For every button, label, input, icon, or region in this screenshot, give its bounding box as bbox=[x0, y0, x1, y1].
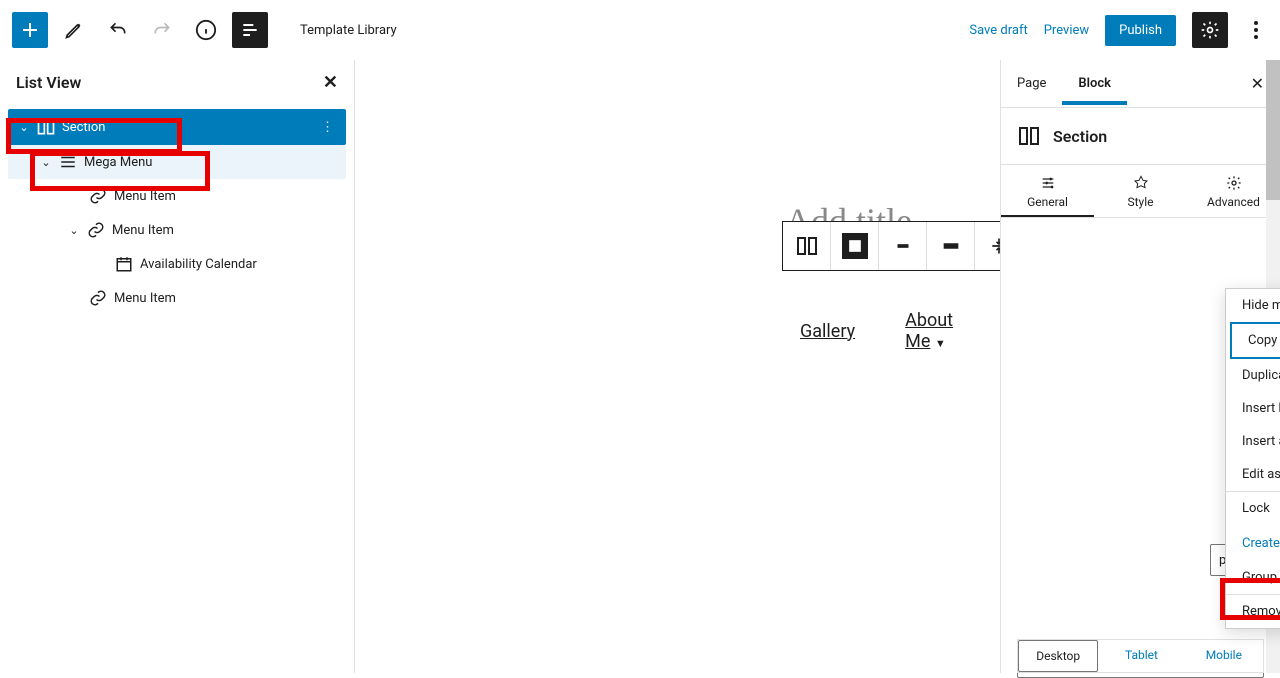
settings-subtabs: General Style Advanced bbox=[1001, 164, 1280, 218]
pin-icon bbox=[1133, 175, 1149, 191]
publish-button[interactable]: Publish bbox=[1105, 15, 1176, 46]
chevron-down-icon: ⌄ bbox=[36, 156, 56, 169]
device-mobile[interactable]: Mobile bbox=[1185, 640, 1263, 672]
list-view-panel: List View ✕ ⌄ Section ⋮ ⌄ Mega Menu Menu… bbox=[0, 60, 355, 673]
dd-hide-more-settings[interactable]: Hide more settings Ctrl+Shift+, bbox=[1226, 289, 1280, 322]
list-item-label: Availability Calendar bbox=[140, 257, 257, 272]
redo-button[interactable] bbox=[144, 12, 180, 48]
tab-page[interactable]: Page bbox=[1001, 62, 1062, 105]
list-item-label: Mega Menu bbox=[84, 155, 152, 170]
settings-button[interactable] bbox=[1192, 12, 1228, 48]
dd-insert-after[interactable]: Insert after Ctrl+Alt+Y bbox=[1226, 425, 1280, 458]
device-tablet[interactable]: Tablet bbox=[1102, 640, 1180, 672]
subtab-general[interactable]: General bbox=[1001, 165, 1094, 217]
gear-icon bbox=[1226, 175, 1242, 191]
undo-button[interactable] bbox=[100, 12, 136, 48]
list-view-title: List View bbox=[16, 73, 81, 92]
dd-label: Create Reusable block bbox=[1242, 536, 1280, 551]
dd-duplicate[interactable]: Duplicate Ctrl+Shift+D bbox=[1226, 359, 1280, 392]
align-center-button[interactable] bbox=[879, 222, 927, 270]
block-heading: Section bbox=[1001, 108, 1280, 164]
top-left-tools: Template Library bbox=[12, 12, 397, 48]
dd-label: Remove Section bbox=[1242, 604, 1280, 619]
dd-label: Copy block bbox=[1248, 333, 1280, 348]
link-icon bbox=[86, 289, 110, 307]
list-item-menu-item[interactable]: Menu Item bbox=[8, 179, 346, 213]
device-desktop[interactable]: Desktop bbox=[1018, 640, 1098, 672]
list-view-button[interactable] bbox=[232, 12, 268, 48]
section-icon bbox=[1017, 124, 1041, 148]
more-options-button[interactable] bbox=[1244, 12, 1268, 48]
chevron-down-icon: ⌄ bbox=[64, 224, 84, 237]
tab-block[interactable]: Block bbox=[1062, 62, 1127, 105]
dd-label: Insert before bbox=[1242, 401, 1280, 416]
list-item-label: Section bbox=[62, 120, 105, 135]
sliders-icon bbox=[1040, 175, 1056, 191]
dd-lock[interactable]: Lock bbox=[1226, 492, 1280, 525]
list-item-label: Menu Item bbox=[112, 223, 174, 238]
dd-label: Group bbox=[1242, 570, 1277, 585]
dd-label: Duplicate bbox=[1242, 368, 1280, 383]
list-item-calendar[interactable]: Availability Calendar bbox=[8, 247, 346, 281]
info-button[interactable] bbox=[188, 12, 224, 48]
calendar-icon bbox=[112, 255, 136, 273]
add-block-button[interactable] bbox=[12, 12, 48, 48]
menu-icon bbox=[56, 153, 80, 171]
editor-canvas[interactable]: Add title Gallery About Me ▼ Gallery + bbox=[355, 60, 1000, 673]
section-icon bbox=[34, 117, 58, 137]
save-draft-button[interactable]: Save draft bbox=[969, 23, 1027, 38]
align-full-button[interactable] bbox=[831, 222, 879, 270]
dd-group[interactable]: Group bbox=[1226, 561, 1280, 594]
settings-tabs: Page Block ✕ bbox=[1001, 60, 1280, 108]
list-item-more-button[interactable]: ⋮ bbox=[315, 120, 340, 135]
list-item-mega-menu[interactable]: ⌄ Mega Menu bbox=[8, 145, 346, 179]
dd-label: Hide more settings bbox=[1242, 298, 1280, 313]
link-icon bbox=[86, 187, 110, 205]
preview-button[interactable]: Preview bbox=[1044, 23, 1089, 38]
top-right-actions: Save draft Preview Publish bbox=[969, 12, 1268, 48]
block-options-dropdown: Hide more settings Ctrl+Shift+, Copy blo… bbox=[1225, 288, 1280, 629]
dd-create-reusable[interactable]: Create Reusable block bbox=[1226, 525, 1280, 561]
link-icon bbox=[84, 221, 108, 239]
main-layout: List View ✕ ⌄ Section ⋮ ⌄ Mega Menu Menu… bbox=[0, 60, 1280, 673]
nav-link-dropdown[interactable]: About Me ▼ bbox=[905, 310, 953, 352]
chevron-down-icon: ⌄ bbox=[14, 121, 34, 134]
edit-tool-button[interactable] bbox=[56, 12, 92, 48]
block-type-button[interactable] bbox=[783, 222, 831, 270]
subtab-label: Advanced bbox=[1207, 195, 1260, 209]
dd-label: Edit as HTML bbox=[1242, 467, 1280, 482]
subtab-style[interactable]: Style bbox=[1094, 165, 1187, 217]
dd-label: Insert after bbox=[1242, 434, 1280, 449]
dd-edit-html[interactable]: Edit as HTML bbox=[1226, 458, 1280, 491]
align-wide-button[interactable] bbox=[927, 222, 975, 270]
dd-copy-block[interactable]: Copy block bbox=[1230, 322, 1280, 359]
list-item-label: Menu Item bbox=[114, 291, 176, 306]
template-library-link[interactable]: Template Library bbox=[300, 23, 397, 38]
responsive-tabs: Desktop Tablet Mobile bbox=[1017, 639, 1264, 673]
list-view-header: List View ✕ bbox=[0, 60, 354, 105]
dd-remove-section[interactable]: Remove Section Shift+Alt+Z bbox=[1226, 595, 1280, 628]
list-item-label: Menu Item bbox=[114, 189, 176, 204]
subtab-label: Style bbox=[1127, 195, 1153, 209]
block-name: Section bbox=[1053, 127, 1107, 146]
list-view-close-button[interactable]: ✕ bbox=[323, 72, 338, 93]
subtab-label: General bbox=[1027, 195, 1068, 209]
list-item-menu-item[interactable]: ⌄ Menu Item bbox=[8, 213, 346, 247]
dd-label: Lock bbox=[1242, 501, 1270, 516]
dd-insert-before[interactable]: Insert before Ctrl+Alt+T bbox=[1226, 392, 1280, 425]
scroll-thumb[interactable] bbox=[1266, 60, 1280, 200]
list-item-section[interactable]: ⌄ Section ⋮ bbox=[8, 109, 346, 145]
list-view-body: ⌄ Section ⋮ ⌄ Mega Menu Menu Item ⌄ Menu… bbox=[0, 105, 354, 319]
list-item-menu-item[interactable]: Menu Item bbox=[8, 281, 346, 315]
nav-link[interactable]: Gallery bbox=[800, 321, 855, 342]
top-toolbar: Template Library Save draft Preview Publ… bbox=[0, 0, 1280, 60]
